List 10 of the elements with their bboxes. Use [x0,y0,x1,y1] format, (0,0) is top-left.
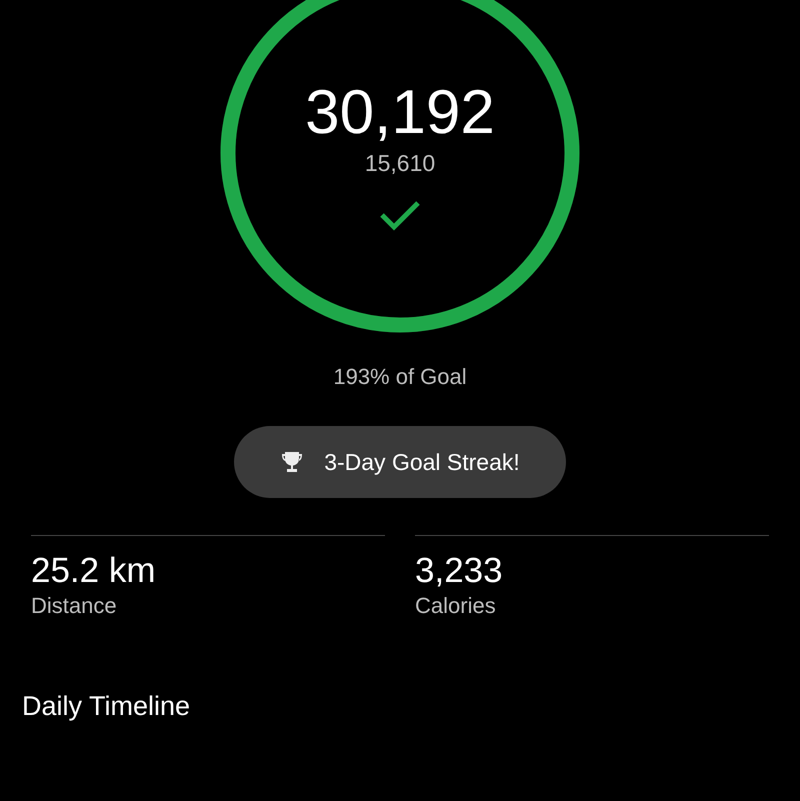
stat-value: 25.2 km [31,550,156,592]
step-goal: 15,610 [364,149,436,177]
stat-label: Distance [31,592,118,620]
step-count: 30,192 [305,78,495,148]
stat-value: 3,233 [415,550,504,592]
stat-label: Calories [415,592,497,620]
goal-percent: 193% of Goal [333,363,467,391]
section-title: Daily Timeline [22,691,190,721]
streak-badge[interactable]: 3-Day Goal Streak! [234,426,566,498]
trophy-icon [280,450,304,474]
